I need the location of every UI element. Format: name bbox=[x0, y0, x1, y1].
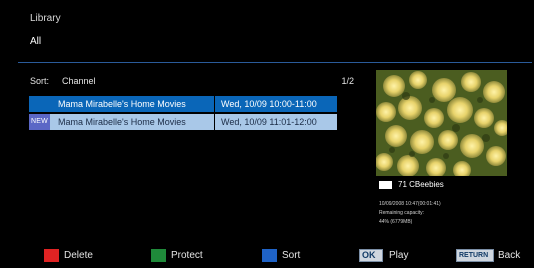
green-button-icon bbox=[151, 249, 166, 262]
list-item[interactable]: Mama Mirabelle's Home Movies Wed, 10/09 … bbox=[29, 96, 337, 112]
recording-meta: 10/09/2008 10:47(00:01:41) Remaining cap… bbox=[379, 200, 529, 227]
row-badge bbox=[29, 96, 50, 112]
row-badge: NEW bbox=[29, 114, 50, 130]
sort-label-footer: Sort bbox=[282, 250, 301, 261]
list-item[interactable]: NEW Mama Mirabelle's Home Movies Wed, 10… bbox=[29, 114, 337, 130]
header: Library All bbox=[18, 0, 534, 62]
page-indicator: 1/2 bbox=[341, 76, 354, 86]
delete-label: Delete bbox=[64, 250, 93, 261]
filter-label[interactable]: All bbox=[30, 36, 41, 47]
ok-key-icon: OK bbox=[359, 249, 383, 262]
channel-color-swatch bbox=[379, 181, 392, 189]
footer-key-bar: Delete Protect Sort OK Play RETURN Back bbox=[0, 246, 534, 266]
recording-title: Mama Mirabelle's Home Movies bbox=[50, 114, 214, 130]
play-label: Play bbox=[389, 250, 409, 261]
channel-info: 71 CBeebies bbox=[379, 180, 529, 192]
page-title: Library bbox=[30, 13, 61, 24]
back-label: Back bbox=[498, 250, 521, 261]
recording-datetime-detail: 10/09/2008 10:47(00:01:41) bbox=[379, 201, 441, 207]
red-button-icon bbox=[44, 249, 59, 262]
flower-preview-image bbox=[376, 70, 507, 176]
remaining-capacity-label: Remaining capacity: bbox=[379, 210, 425, 216]
channel-name: 71 CBeebies bbox=[398, 180, 444, 189]
recording-datetime: Wed, 10/09 10:00-11:00 bbox=[215, 96, 337, 112]
preview-thumbnail bbox=[376, 70, 507, 176]
channel-row: 71 CBeebies bbox=[379, 180, 529, 192]
new-badge: NEW bbox=[31, 118, 48, 125]
return-key-icon: RETURN bbox=[456, 249, 494, 262]
protect-label: Protect bbox=[171, 250, 203, 261]
recording-datetime: Wed, 10/09 11:01-12:00 bbox=[215, 114, 337, 130]
recordings-library-screen: Library All Sort: Channel 1/2 Mama Mirab… bbox=[0, 0, 534, 268]
remaining-capacity-value: 44% (6779MB) bbox=[379, 219, 413, 225]
recordings-list: Mama Mirabelle's Home Movies Wed, 10/09 … bbox=[29, 96, 337, 132]
recording-title: Mama Mirabelle's Home Movies bbox=[50, 96, 214, 112]
sort-label: Sort: bbox=[30, 76, 50, 86]
sort-bar: Sort: Channel 1/2 bbox=[30, 76, 354, 90]
blue-button-icon bbox=[262, 249, 277, 262]
sort-value[interactable]: Channel bbox=[62, 76, 96, 86]
header-divider bbox=[18, 62, 532, 63]
